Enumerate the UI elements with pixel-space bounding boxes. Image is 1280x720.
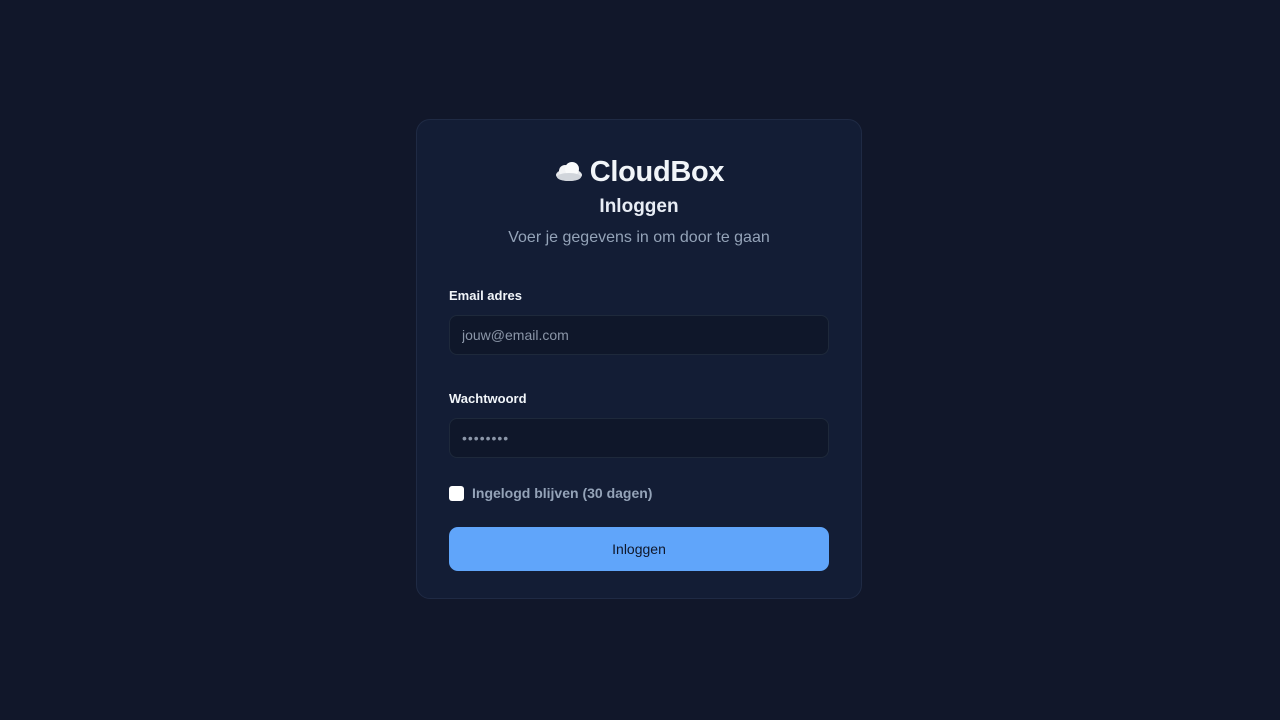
email-field[interactable] <box>449 315 829 355</box>
login-button[interactable]: Inloggen <box>449 527 829 571</box>
cloud-icon <box>554 160 584 182</box>
email-label: Email adres <box>449 288 522 303</box>
login-card: CloudBox Inloggen Voer je gegevens in om… <box>416 119 862 599</box>
password-label: Wachtwoord <box>449 391 527 406</box>
page-subtitle: Voer je gegevens in om door te gaan <box>508 229 770 246</box>
password-field[interactable] <box>449 418 829 458</box>
page-title: Inloggen <box>599 196 679 217</box>
brand: CloudBox <box>449 155 829 189</box>
remember-label[interactable]: Ingelogd blijven (30 dagen) <box>472 485 652 501</box>
remember-checkbox[interactable] <box>449 485 464 501</box>
brand-name: CloudBox <box>589 155 725 188</box>
remember-me: Ingelogd blijven (30 dagen) <box>449 485 829 501</box>
